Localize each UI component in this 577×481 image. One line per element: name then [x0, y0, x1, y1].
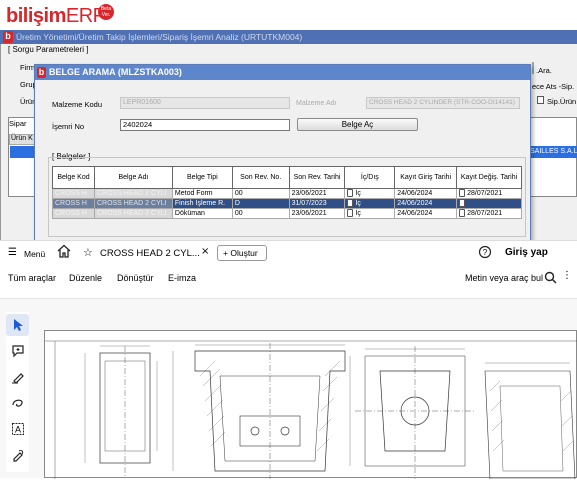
table-row[interactable]: CROSS H CROSS HEAD 2 CYLI Metod Form 00 …: [52, 188, 522, 199]
document-tab-title[interactable]: CROSS HEAD 2 CYL...: [100, 248, 200, 259]
cell-degis-tarih: 28/07/2021: [456, 188, 522, 199]
col-header-kayit-giris[interactable]: Kayıt Giriş Tarihi: [394, 166, 458, 189]
window-title-bar: b Üretim Yönetimi/Üretim Takip İşlemleri…: [0, 30, 577, 44]
date-picker-icon[interactable]: [347, 209, 354, 218]
technical-drawing-page: [44, 330, 577, 480]
cell-rev-tarih: 31/07/2023: [288, 198, 346, 209]
cell-belge-adi: CROSS HEAD 2 CYLI: [93, 198, 173, 209]
isemri-no-input[interactable]: 2402024: [120, 119, 290, 131]
search-tools-input[interactable]: Metin veya araç bul: [465, 273, 543, 283]
add-comment-icon[interactable]: [6, 340, 29, 362]
cell-ic-dis: İç: [344, 208, 396, 219]
malzeme-kodu-label: Malzeme Kodu: [52, 100, 103, 109]
cell-belge-kod: CROSS H: [52, 208, 95, 219]
grid-selected-row-right[interactable]: SAILLES S.A.L: [528, 146, 577, 158]
belgeler-table: Belge Kod Belge Adı Belge Tipi Son Rev. …: [52, 166, 522, 219]
cell-rev-no: 00: [231, 208, 290, 219]
date-picker-icon[interactable]: [459, 189, 466, 198]
sign-icon[interactable]: [6, 444, 29, 466]
close-tab-icon[interactable]: ×: [201, 246, 209, 257]
more-options-icon[interactable]: ⋮: [562, 270, 572, 281]
star-icon[interactable]: ☆: [83, 246, 93, 259]
select-cursor-icon[interactable]: [6, 314, 29, 336]
table-row-selected[interactable]: CROSS H CROSS HEAD 2 CYLI Finish İşleme …: [52, 198, 522, 209]
menu-button[interactable]: Menü: [24, 249, 45, 259]
beta-badge: Beta Ver.: [98, 4, 114, 20]
cell-giris-tarih: 24/06/2024: [394, 198, 458, 209]
cell-rev-tarih: 23/06/2021: [288, 208, 346, 219]
malzeme-kodu-field: LEPR01600: [120, 97, 290, 109]
login-button[interactable]: Giriş yap: [505, 247, 548, 258]
cell-degis-tarih: [456, 198, 522, 209]
svg-text:?: ?: [483, 248, 488, 257]
cell-giris-tarih: 24/06/2024: [394, 208, 458, 219]
col-header-son-rev-tarihi[interactable]: Son Rev. Tarihi: [288, 166, 346, 189]
cell-belge-adi: CROSS HEAD 2 CYLI: [93, 208, 173, 219]
cell-belge-adi: CROSS HEAD 2 CYLI: [93, 188, 173, 199]
bg-input[interactable]: [532, 62, 534, 74]
col-header-ic-dis[interactable]: İç/Dış: [344, 166, 396, 189]
app-logo: bilişimERP: [6, 5, 106, 27]
sip-urun-checkbox[interactable]: [537, 96, 544, 104]
cell-belge-tipi: Finish İşleme R.: [171, 198, 233, 209]
pdf-tool-sidebar: A: [6, 312, 29, 472]
create-button[interactable]: + Oluştur: [217, 245, 267, 261]
cell-degis-tarih: 28/07/2021: [456, 208, 522, 219]
cell-rev-tarih: 23/06/2021: [288, 188, 346, 199]
dialog-title-bar: b BELGE ARAMA (MLZSTKA003): [35, 65, 530, 80]
table-header-row: Belge Kod Belge Adı Belge Tipi Son Rev. …: [52, 166, 522, 189]
plus-icon: +: [223, 248, 228, 258]
malzeme-adi-label: Malzeme Adı: [296, 100, 337, 107]
help-icon[interactable]: ?: [478, 245, 492, 261]
svg-text:A: A: [14, 425, 20, 435]
malzeme-adi-field: CROSS HEAD 2 CYLINDER (STR-COO-DI14141): [366, 97, 520, 109]
app-small-logo-icon: b: [3, 31, 13, 43]
cell-giris-tarih: 24/06/2024: [394, 188, 458, 199]
edit-tab[interactable]: Düzenle: [69, 273, 102, 283]
cell-belge-kod: CROSS H: [52, 188, 95, 199]
belge-ac-button[interactable]: Belge Aç: [297, 118, 418, 131]
convert-tab[interactable]: Dönüştür: [117, 273, 154, 283]
date-picker-icon[interactable]: [347, 189, 354, 198]
highlight-pen-icon[interactable]: [6, 366, 29, 388]
col-header-son-rev-no[interactable]: Son Rev. No.: [231, 166, 290, 189]
cell-belge-tipi: Metod Form: [171, 188, 233, 199]
cell-belge-kod: CROSS H: [52, 198, 95, 209]
col-header-belge-kod[interactable]: Belge Kod: [52, 166, 95, 189]
table-row[interactable]: CROSS H CROSS HEAD 2 CYLI Döküman 00 23/…: [52, 208, 522, 219]
engineering-drawing: [45, 340, 577, 480]
hamburger-menu-icon[interactable]: ☰: [8, 247, 17, 258]
cell-ic-dis: İç: [344, 198, 396, 209]
date-picker-icon[interactable]: [347, 199, 354, 208]
grid-header-urun-k[interactable]: Ürün K: [9, 134, 37, 145]
isemri-no-label: İşemri No: [52, 122, 85, 131]
col-header-belge-tipi[interactable]: Belge Tipi: [171, 166, 233, 189]
pdf-top-bar: ☰ Menü ☆ CROSS HEAD 2 CYL... × + Oluştur…: [0, 240, 577, 266]
pdf-tools-bar: Tüm araçlar Düzenle Dönüştür E-imza Meti…: [0, 266, 577, 292]
ece-ats-label: ece Ats -Sip.: [532, 82, 575, 91]
ara-label: .Ara.: [536, 66, 552, 75]
cell-rev-no: D: [231, 198, 290, 209]
cell-ic-dis: İç: [344, 188, 396, 199]
draw-freehand-icon[interactable]: [6, 392, 29, 414]
text-box-icon[interactable]: A: [6, 418, 29, 440]
col-header-kayit-degis[interactable]: Kayıt Değiş. Tarihi: [456, 166, 522, 189]
cell-rev-no: 00: [231, 188, 290, 199]
all-tools-tab[interactable]: Tüm araçlar: [8, 273, 56, 283]
window-title: Üretim Yönetimi/Üretim Takip İşlemleri/S…: [16, 32, 303, 42]
date-picker-icon[interactable]: [459, 209, 466, 218]
sip-urun-label: Sip.Ürün: [547, 97, 577, 106]
col-header-belge-adi[interactable]: Belge Adı: [93, 166, 173, 189]
app-small-logo-icon: b: [37, 67, 46, 78]
query-params-legend: [ Sorgu Parametreleri ]: [8, 45, 89, 54]
date-picker-icon[interactable]: [459, 199, 466, 208]
home-icon[interactable]: [56, 243, 74, 263]
esign-tab[interactable]: E-imza: [168, 273, 196, 283]
cell-belge-tipi: Döküman: [171, 208, 233, 219]
dialog-title: BELGE ARAMA (MLZSTKA003): [49, 67, 182, 77]
search-icon[interactable]: [544, 271, 557, 286]
